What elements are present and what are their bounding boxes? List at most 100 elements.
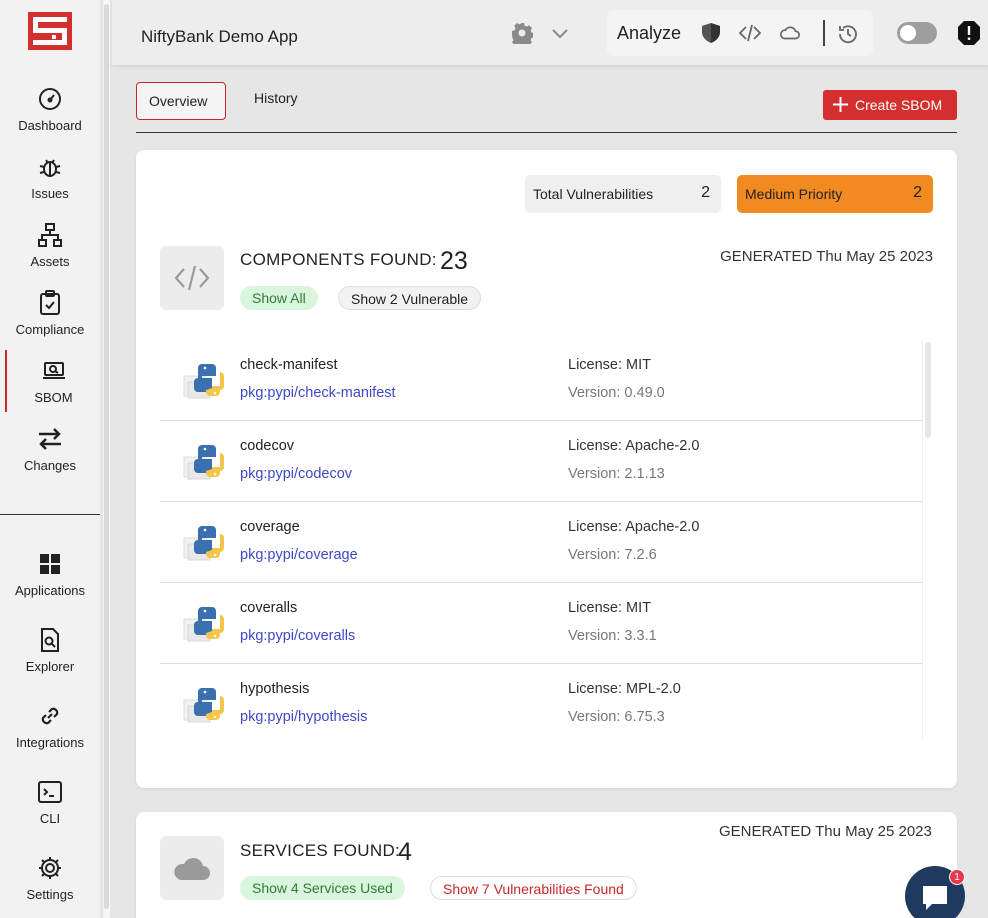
- tabs-underline: [136, 132, 957, 133]
- sidebar-item-issues[interactable]: Issues: [0, 154, 100, 218]
- components-list-scrollbar[interactable]: [922, 340, 934, 740]
- component-purl-link[interactable]: pkg:pypi/codecov: [240, 466, 352, 482]
- sidebar-item-label: Changes: [23, 458, 77, 473]
- sidebar-item-integrations[interactable]: Integrations: [0, 703, 100, 767]
- components-count: 23: [440, 247, 468, 275]
- component-name: check-manifest: [240, 357, 338, 373]
- analyze-toolbar: Analyze: [607, 10, 873, 56]
- component-row[interactable]: coverage pkg:pypi/coverage License: Apache…: [160, 502, 922, 583]
- sidebar-item-cli[interactable]: CLI: [0, 779, 100, 843]
- show-services-used-button[interactable]: Show 4 Services Used: [240, 876, 405, 900]
- toggle-knob: [900, 25, 916, 41]
- components-icon-box: [160, 246, 224, 310]
- component-license: License: MIT: [568, 357, 651, 373]
- component-license: License: Apache-2.0: [568, 519, 700, 535]
- app-settings-gear-icon[interactable]: [511, 22, 533, 44]
- alert-octagon-icon[interactable]: [957, 20, 981, 46]
- stat-label: Medium Priority: [745, 186, 843, 202]
- sidebar-item-label: Assets: [30, 254, 70, 269]
- medium-priority-stat[interactable]: Medium Priority 2: [737, 175, 933, 213]
- services-icon-box: [160, 836, 224, 900]
- services-card: SERVICES FOUND: 4 GENERATED Thu May 25 2…: [136, 812, 957, 918]
- terminal-icon: [38, 781, 62, 803]
- show-service-vulnerabilities-button[interactable]: Show 7 Vulnerabilities Found: [430, 876, 637, 900]
- scrollbar-thumb[interactable]: [925, 342, 931, 438]
- code-icon[interactable]: [739, 22, 761, 44]
- bug-icon: [39, 159, 61, 177]
- brand-logo[interactable]: [28, 12, 72, 50]
- python-package-icon: [182, 360, 226, 400]
- component-purl-link[interactable]: pkg:pypi/coveralls: [240, 628, 355, 644]
- sidebar-item-assets[interactable]: Assets: [0, 222, 100, 286]
- shield-icon[interactable]: [700, 22, 722, 44]
- sitemap-icon: [38, 223, 62, 247]
- component-purl-link[interactable]: pkg:pypi/check-manifest: [240, 385, 396, 401]
- component-version: Version: 3.3.1: [568, 628, 657, 644]
- create-sbom-button[interactable]: Create SBOM: [823, 90, 957, 120]
- component-version: Version: 2.1.13: [568, 466, 665, 482]
- sidebar-item-label: Dashboard: [18, 118, 82, 133]
- sidebar-item-label: Integrations: [16, 735, 84, 750]
- show-all-button[interactable]: Show All: [240, 286, 318, 310]
- link-icon: [41, 707, 59, 725]
- dashboard-gauge-icon: [39, 88, 61, 110]
- code-icon: [174, 265, 210, 291]
- total-vulnerabilities-stat[interactable]: Total Vulnerabilities 2: [525, 175, 721, 213]
- chat-notification-badge: 1: [949, 869, 965, 885]
- components-generated-date: GENERATED Thu May 25 2023: [720, 248, 933, 265]
- sidebar-item-dashboard[interactable]: Dashboard: [0, 86, 100, 150]
- clipboard-check-icon: [40, 290, 60, 315]
- component-row[interactable]: hypothesis pkg:pypi/hypothesis License: MP…: [160, 664, 922, 740]
- component-row[interactable]: check-manifest pkg:pypi/check-manifest Lic…: [160, 340, 922, 421]
- component-license: License: Apache-2.0: [568, 438, 700, 454]
- python-package-icon: [182, 441, 226, 481]
- chevron-down-icon[interactable]: [549, 22, 571, 44]
- sidebar-item-applications[interactable]: Applications: [0, 551, 100, 615]
- show-vulnerable-button[interactable]: Show 2 Vulnerable: [338, 286, 482, 310]
- services-title: SERVICES FOUND:: [240, 841, 401, 860]
- sidebar-item-sbom[interactable]: SBOM: [5, 350, 100, 412]
- components-title: COMPONENTS FOUND:: [240, 250, 437, 269]
- tab-history[interactable]: History: [242, 80, 310, 118]
- component-row[interactable]: coveralls pkg:pypi/coveralls License: MIT V…: [160, 583, 922, 664]
- document-search-icon: [41, 628, 59, 652]
- component-license: License: MIT: [568, 600, 651, 616]
- component-row[interactable]: codecov pkg:pypi/codecov License: Apache-2…: [160, 421, 922, 502]
- sidebar-item-label: CLI: [39, 811, 61, 826]
- tab-overview[interactable]: Overview: [136, 82, 226, 120]
- component-name: coverage: [240, 519, 300, 535]
- top-header: NiftyBank Demo App Analyze: [112, 0, 988, 65]
- sidebar-item-label: Explorer: [25, 659, 75, 674]
- header-divider: [823, 20, 825, 46]
- sidebar-item-label: Compliance: [15, 322, 85, 337]
- cloud-icon[interactable]: [779, 22, 801, 44]
- arrows-exchange-icon: [39, 428, 61, 450]
- gear-icon: [39, 857, 61, 879]
- services-generated-date: GENERATED Thu May 25 2023: [719, 823, 932, 840]
- component-version: Version: 7.2.6: [568, 547, 657, 563]
- sidebar-item-changes[interactable]: Changes: [0, 426, 100, 490]
- python-package-icon: [182, 684, 226, 724]
- sidebar-item-explorer[interactable]: Explorer: [0, 627, 100, 691]
- app-title: NiftyBank Demo App: [141, 27, 298, 46]
- grid-icon: [40, 554, 60, 574]
- sidebar-divider: [0, 514, 100, 515]
- theme-toggle[interactable]: [897, 22, 937, 44]
- component-purl-link[interactable]: pkg:pypi/hypothesis: [240, 709, 367, 725]
- sidebar-item-compliance[interactable]: Compliance: [0, 290, 100, 354]
- component-purl-link[interactable]: pkg:pypi/coverage: [240, 547, 358, 563]
- component-version: Version: 6.75.3: [568, 709, 665, 725]
- python-package-icon: [182, 522, 226, 562]
- history-clock-icon[interactable]: [837, 23, 859, 45]
- scrollbar-thumb[interactable]: [104, 4, 109, 909]
- stat-value: 2: [913, 184, 922, 201]
- sidebar-scrollbar[interactable]: [102, 0, 110, 918]
- sidebar-item-label: Settings: [26, 887, 74, 902]
- stat-label: Total Vulnerabilities: [533, 186, 654, 202]
- stat-value: 2: [701, 184, 710, 201]
- chat-bubble-icon: [923, 886, 947, 910]
- sidebar-item-settings[interactable]: Settings: [0, 855, 100, 918]
- sidebar: Dashboard Issues Assets Compliance SBOM …: [0, 0, 100, 918]
- component-license: License: MPL-2.0: [568, 681, 681, 697]
- components-list: check-manifest pkg:pypi/check-manifest Lic…: [160, 340, 922, 740]
